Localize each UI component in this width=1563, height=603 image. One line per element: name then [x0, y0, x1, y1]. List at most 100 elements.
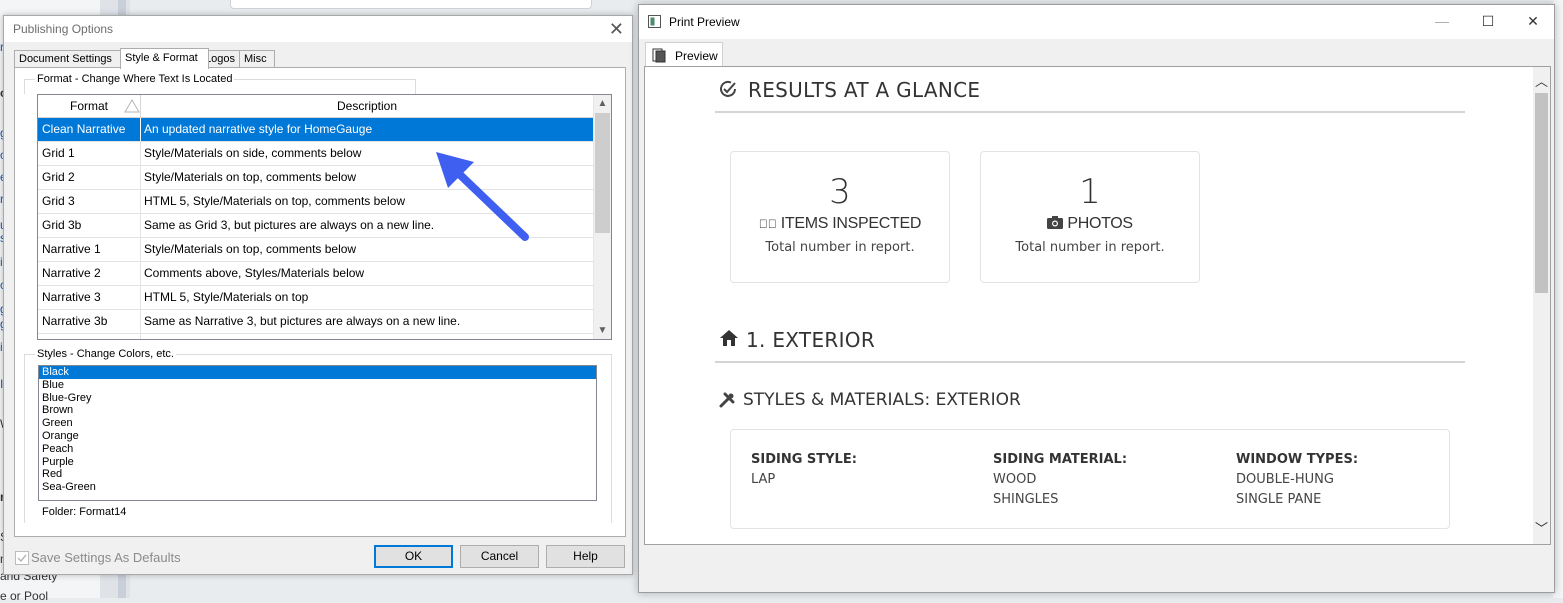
- section-heading-exterior: 1. EXTERIOR: [746, 328, 876, 352]
- format-cell: Narrative 3: [42, 290, 101, 304]
- preview-title: Print Preview: [669, 15, 740, 29]
- table-row[interactable]: Clean Narrative An updated narrative styl…: [38, 118, 594, 142]
- check-circle-icon: [720, 80, 736, 97]
- format-cell: Narrative 4: [42, 334, 138, 339]
- checkmark-icon: [17, 554, 27, 563]
- list-item[interactable]: Green: [39, 417, 596, 430]
- cell-divider: [140, 166, 141, 189]
- help-button[interactable]: Help: [546, 545, 625, 568]
- ok-button[interactable]: OK: [374, 545, 453, 568]
- dialog-titlebar: Publishing Options ✕: [4, 16, 632, 42]
- items-inspected-label: ✓⃝ ITEMS INSPECTED: [731, 215, 949, 233]
- list-item[interactable]: Red: [39, 468, 596, 481]
- preview-app-icon: [648, 15, 661, 28]
- results-heading: RESULTS AT A GLANCE: [748, 78, 981, 102]
- tab-document-settings[interactable]: Document Settings: [14, 50, 121, 68]
- preview-titlebar: Print Preview — ☐ ✕: [639, 5, 1554, 39]
- preview-scrollbar[interactable]: ︿ ﹀: [1533, 67, 1550, 544]
- chevron-down-icon[interactable]: ﹀: [1533, 520, 1550, 538]
- sub-heading-styles-materials: STYLES & MATERIALS: EXTERIOR: [743, 390, 1021, 410]
- format-cell: Grid 3b: [42, 218, 82, 232]
- tab-style-format[interactable]: Style & Format: [120, 48, 209, 69]
- cell-divider: [140, 190, 141, 213]
- items-inspected-label-text: ITEMS INSPECTED: [780, 215, 922, 232]
- window-types-value: SINGLE PANE: [1236, 492, 1322, 507]
- dialog-title: Publishing Options: [13, 22, 114, 36]
- description-cell: An updated narrative style for HomeGauge: [144, 122, 373, 136]
- list-item[interactable]: Blue-Grey: [39, 392, 596, 405]
- cell-divider: [140, 118, 141, 141]
- cell-divider: [140, 262, 141, 285]
- list-item[interactable]: Peach: [39, 443, 596, 456]
- preview-tab-strip: Preview: [639, 39, 1554, 69]
- divider: [715, 111, 1465, 113]
- camera-icon: [1047, 216, 1064, 229]
- cancel-button[interactable]: Cancel: [460, 545, 539, 568]
- list-item[interactable]: Orange: [39, 430, 596, 443]
- description-cell: Comments above, Styles/Materials below: [144, 266, 365, 280]
- scroll-up-icon[interactable]: ▲: [594, 95, 611, 112]
- save-defaults-label: Save Settings As Defaults: [31, 550, 181, 565]
- minimize-icon[interactable]: —: [1427, 11, 1457, 31]
- list-item[interactable]: Brown: [39, 404, 596, 417]
- grid-scrollbar[interactable]: ▲ ▼: [593, 95, 611, 339]
- save-defaults-checkbox[interactable]: [15, 551, 29, 565]
- cell-divider: [140, 238, 141, 261]
- format-cell: Narrative 3b: [42, 314, 108, 328]
- divider: [715, 361, 1465, 363]
- photos-label: PHOTOS: [981, 215, 1199, 233]
- preview-scroll-thumb[interactable]: [1535, 93, 1548, 293]
- format-cell: Grid 3: [42, 194, 75, 208]
- bg-fragment: e or Pool: [0, 589, 49, 603]
- scroll-thumb[interactable]: [595, 113, 610, 233]
- styles-group-label: Styles - Change Colors, etc.: [35, 348, 176, 360]
- scroll-down-icon[interactable]: ▼: [594, 322, 611, 339]
- document-icon: [652, 48, 666, 63]
- list-item[interactable]: Sea-Green: [39, 481, 596, 494]
- close-icon[interactable]: ✕: [1518, 11, 1548, 31]
- siding-material-value: SHINGLES: [993, 492, 1059, 507]
- format-cell: Narrative 2: [42, 266, 101, 280]
- table-row[interactable]: Narrative 3b Same as Narrative 3, but pic…: [38, 310, 594, 334]
- styles-materials-card: [730, 429, 1450, 529]
- maximize-icon[interactable]: ☐: [1473, 11, 1503, 31]
- folder-label: Folder: Format14: [42, 506, 127, 518]
- table-row[interactable]: Narrative 2 Comments above, Styles/Materi…: [38, 262, 594, 286]
- tab-preview[interactable]: Preview: [645, 42, 723, 69]
- list-item[interactable]: Black: [39, 366, 596, 379]
- cell-divider: [140, 286, 141, 309]
- photos-count: 1: [1079, 172, 1101, 212]
- tab-preview-label: Preview: [675, 49, 718, 63]
- format-cell: Grid 1: [42, 146, 75, 160]
- siding-style-label: SIDING STYLE:: [751, 452, 857, 467]
- format-group-label: Format - Change Where Text Is Located: [35, 73, 235, 85]
- table-row[interactable]: Narrative 4 Photos at end of section, Sty…: [38, 334, 594, 339]
- check-circle-icon: ✓⃝: [758, 217, 777, 231]
- window-types-value: DOUBLE-HUNG: [1236, 472, 1334, 487]
- cell-divider: [140, 334, 141, 339]
- sort-ascending-icon: [124, 99, 140, 113]
- items-inspected-sub: Total number in report.: [765, 240, 915, 255]
- table-row[interactable]: Narrative 3 HTML 5, Style/Materials on to…: [38, 286, 594, 310]
- column-header-description[interactable]: Description: [141, 95, 594, 117]
- list-item[interactable]: Purple: [39, 456, 596, 469]
- home-icon: [720, 330, 738, 346]
- description-cell: HTML 5, Style/Materials on top: [144, 290, 309, 304]
- description-cell: Photos at end of section, Styles/Materia…: [144, 334, 592, 339]
- tab-misc[interactable]: Misc: [239, 50, 275, 68]
- styles-listbox[interactable]: Black Blue Blue-Grey Brown Green Orange Peach P…: [38, 365, 597, 501]
- tools-icon: [719, 392, 735, 408]
- chevron-up-icon[interactable]: ︿: [1533, 73, 1550, 91]
- cell-divider: [140, 310, 141, 333]
- photos-card: 1 PHOTOS Total number in report.: [980, 151, 1200, 283]
- list-item[interactable]: Blue: [39, 379, 596, 392]
- items-inspected-card: 3 ✓⃝ ITEMS INSPECTED Total number in rep…: [730, 151, 950, 283]
- column-header-format[interactable]: Format: [38, 95, 141, 117]
- print-preview-window: Print Preview — ☐ ✕ Preview RESULTS AT A…: [638, 4, 1555, 593]
- close-icon[interactable]: ✕: [609, 19, 624, 40]
- siding-material-value: WOOD: [993, 472, 1037, 487]
- preview-document: RESULTS AT A GLANCE 3 ✓⃝ ITEMS INSPECTED…: [644, 66, 1551, 545]
- photos-label-text: PHOTOS: [1067, 215, 1133, 232]
- cell-divider: [140, 142, 141, 165]
- column-header-format-label: Format: [69, 99, 108, 113]
